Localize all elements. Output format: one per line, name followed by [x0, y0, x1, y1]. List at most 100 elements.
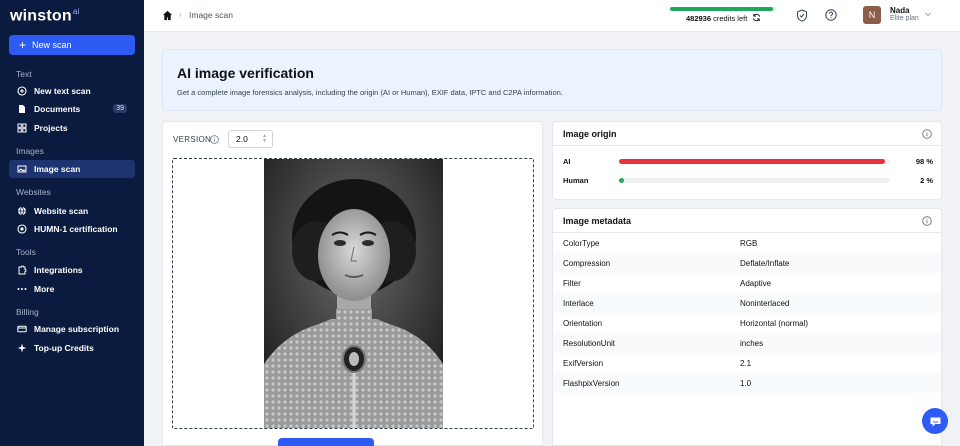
- plus-icon: +: [19, 38, 27, 52]
- page-title: AI image verification: [177, 65, 314, 81]
- metadata-row: ColorType RGB: [553, 233, 941, 253]
- section-label-websites: Websites: [16, 187, 51, 197]
- top-header: › Image scan 482936 credits left N Nada …: [144, 0, 960, 32]
- metadata-key: ResolutionUnit: [563, 339, 616, 348]
- origin-percentage: 98 %: [915, 157, 933, 166]
- credits-suffix: credits left: [713, 14, 748, 23]
- image-metadata-title: Image metadata: [563, 216, 632, 226]
- metadata-row: Orientation Horizontal (normal): [553, 313, 941, 333]
- origin-label: Human: [563, 176, 589, 185]
- metadata-row: ExifVersion 2.1: [553, 353, 941, 373]
- puzzle-icon: [17, 265, 27, 275]
- chevron-right-icon: ›: [179, 10, 182, 19]
- help-icon[interactable]: [825, 9, 837, 21]
- sidebar-item-label: Projects: [34, 123, 68, 133]
- hero-banner: AI image verification Get a complete ima…: [162, 49, 942, 111]
- info-icon[interactable]: [210, 135, 219, 144]
- chevron-down-icon[interactable]: [924, 10, 932, 18]
- metadata-value: Adaptive: [740, 279, 772, 288]
- origin-row-ai: AI 98 %: [563, 156, 933, 168]
- sidebar-item-new-text-scan[interactable]: New text scan: [9, 82, 135, 100]
- metadata-row: Filter Adaptive: [553, 273, 941, 293]
- metadata-key: ColorType: [563, 239, 600, 248]
- metadata-key: Orientation: [563, 319, 603, 328]
- origin-bar: [619, 178, 890, 183]
- refresh-icon[interactable]: [752, 13, 761, 22]
- sidebar: winstonai + New scan Text New text scan …: [0, 0, 144, 446]
- version-label: VERSION: [173, 135, 212, 144]
- info-icon[interactable]: [922, 216, 932, 226]
- user-plan: Elite plan: [890, 15, 919, 22]
- info-icon[interactable]: [922, 129, 932, 139]
- image-icon: [17, 164, 27, 174]
- section-label-tools: Tools: [16, 247, 36, 257]
- metadata-key: Interlace: [563, 299, 594, 308]
- metadata-key: Compression: [563, 259, 611, 268]
- home-icon[interactable]: [162, 10, 173, 21]
- credits-progress-fill: [670, 7, 773, 11]
- card-header: Image metadata: [553, 209, 941, 233]
- sidebar-item-projects[interactable]: Projects: [9, 119, 135, 137]
- credit-card-icon: [17, 324, 27, 334]
- documents-count-badge: 39: [113, 104, 127, 113]
- metadata-key: FlashpixVersion: [563, 379, 620, 388]
- metadata-row: FlashpixVersion 1.0: [553, 373, 941, 393]
- origin-bar-fill: [619, 178, 625, 183]
- origin-bar: [619, 159, 890, 164]
- sidebar-item-topup-credits[interactable]: Top-up Credits: [9, 339, 135, 357]
- sidebar-item-label: Image scan: [34, 164, 81, 174]
- sidebar-item-label: Manage subscription: [34, 324, 120, 334]
- metadata-value: Deflate/Inflate: [740, 259, 790, 268]
- sidebar-item-documents[interactable]: Documents 39: [9, 100, 135, 118]
- origin-bar-fill: [619, 159, 885, 164]
- document-icon: [17, 104, 27, 114]
- credits-remaining: 482936 credits left: [686, 14, 747, 23]
- new-scan-label: New scan: [32, 40, 72, 50]
- winston-logo[interactable]: winstonai: [10, 7, 79, 25]
- sidebar-item-more[interactable]: More: [9, 280, 135, 298]
- grid-icon: [17, 123, 27, 133]
- image-dropzone[interactable]: [172, 158, 534, 429]
- select-arrows-icon: ▲ ▼: [262, 133, 267, 144]
- sidebar-item-integrations[interactable]: Integrations: [9, 261, 135, 279]
- sidebar-item-label: Website scan: [34, 206, 89, 216]
- sidebar-item-label: Integrations: [34, 265, 83, 275]
- sidebar-item-humn-certification[interactable]: HUMN-1 certification: [9, 220, 135, 238]
- metadata-value: RGB: [740, 239, 758, 248]
- origin-row-human: Human 2 %: [563, 175, 933, 187]
- sidebar-item-manage-subscription[interactable]: Manage subscription: [9, 320, 135, 338]
- version-select[interactable]: 2.0 ▲ ▼: [228, 130, 273, 148]
- sidebar-item-image-scan[interactable]: Image scan: [9, 160, 135, 178]
- logo-suffix: ai: [72, 7, 80, 16]
- chat-support-button[interactable]: [922, 408, 948, 434]
- portrait-image: [264, 159, 443, 428]
- globe-icon: [17, 206, 27, 216]
- sidebar-item-label: Documents: [34, 104, 81, 114]
- metadata-key: ExifVersion: [563, 359, 604, 368]
- avatar[interactable]: N: [863, 6, 881, 24]
- plus-circle-icon: [17, 86, 27, 96]
- origin-label: AI: [563, 157, 571, 166]
- section-label-billing: Billing: [16, 307, 39, 317]
- metadata-value: 1.0: [740, 379, 752, 388]
- user-name[interactable]: Nada: [890, 6, 910, 15]
- metadata-value: Horizontal (normal): [740, 319, 809, 328]
- metadata-row: Interlace Noninterlaced: [553, 293, 941, 313]
- new-scan-button[interactable]: + New scan: [9, 35, 135, 55]
- image-origin-card: Image origin AI 98 % Human 2 %: [552, 121, 942, 200]
- chat-bubble-icon: [930, 417, 940, 426]
- section-label-images: Images: [16, 146, 44, 156]
- uploaded-image: [264, 159, 443, 428]
- scan-image-button[interactable]: [278, 438, 374, 446]
- image-origin-title: Image origin: [563, 129, 617, 139]
- certificate-icon: [17, 224, 27, 234]
- breadcrumb[interactable]: Image scan: [189, 10, 233, 20]
- sidebar-item-label: New text scan: [34, 86, 91, 96]
- sparkle-icon: [17, 343, 27, 353]
- metadata-row: ResolutionUnit inches: [553, 333, 941, 353]
- sidebar-item-website-scan[interactable]: Website scan: [9, 202, 135, 220]
- sidebar-item-label: Top-up Credits: [34, 343, 94, 353]
- shield-check-icon[interactable]: [796, 9, 808, 22]
- metadata-value: inches: [740, 339, 764, 348]
- origin-percentage: 2 %: [920, 176, 933, 185]
